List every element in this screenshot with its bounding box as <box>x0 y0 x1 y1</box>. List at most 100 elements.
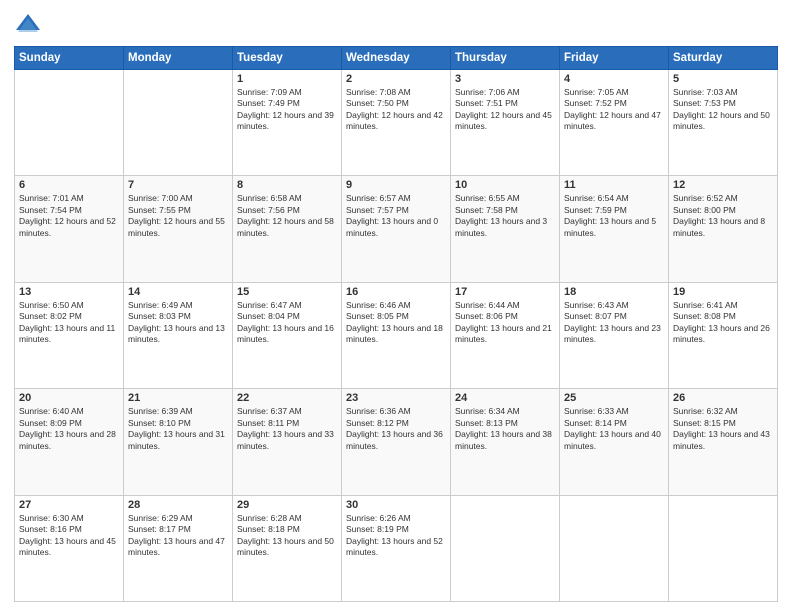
calendar-cell-week5-day0: 27 Sunrise: 6:30 AM Sunset: 8:16 PM Dayli… <box>15 495 124 601</box>
day-info: Sunrise: 7:05 AM Sunset: 7:52 PM Dayligh… <box>564 87 664 133</box>
day-number: 13 <box>19 286 119 298</box>
day-info: Sunrise: 6:52 AM Sunset: 8:00 PM Dayligh… <box>673 193 773 239</box>
day-number: 19 <box>673 286 773 298</box>
calendar-cell-week2-day6: 12 Sunrise: 6:52 AM Sunset: 8:00 PM Dayli… <box>669 176 778 282</box>
day-number: 29 <box>237 499 337 511</box>
day-info: Sunrise: 6:54 AM Sunset: 7:59 PM Dayligh… <box>564 193 664 239</box>
weekday-header-monday: Monday <box>124 47 233 70</box>
day-number: 18 <box>564 286 664 298</box>
weekday-header-friday: Friday <box>560 47 669 70</box>
calendar-week-4: 20 Sunrise: 6:40 AM Sunset: 8:09 PM Dayli… <box>15 389 778 495</box>
calendar-cell-week3-day1: 14 Sunrise: 6:49 AM Sunset: 8:03 PM Dayli… <box>124 282 233 388</box>
weekday-header-tuesday: Tuesday <box>233 47 342 70</box>
calendar-cell-week4-day4: 24Sunrise: 6:34 AM Sunset: 8:13 PM Dayli… <box>451 389 560 495</box>
day-number: 17 <box>455 286 555 298</box>
calendar-cell-week2-day4: 10 Sunrise: 6:55 AM Sunset: 7:58 PM Dayli… <box>451 176 560 282</box>
calendar-cell-week4-day6: 26 Sunrise: 6:32 AM Sunset: 8:15 PM Dayli… <box>669 389 778 495</box>
day-info: Sunrise: 7:01 AM Sunset: 7:54 PM Dayligh… <box>19 193 119 239</box>
calendar-cell-week3-day3: 16Sunrise: 6:46 AM Sunset: 8:05 PM Dayli… <box>342 282 451 388</box>
day-info: Sunrise: 6:50 AM Sunset: 8:02 PM Dayligh… <box>19 300 119 346</box>
day-number: 23 <box>346 392 446 404</box>
calendar-cell-week5-day4 <box>451 495 560 601</box>
day-info: Sunrise: 6:37 AM Sunset: 8:11 PM Dayligh… <box>237 406 337 452</box>
logo-icon <box>14 10 42 38</box>
day-number: 9 <box>346 179 446 191</box>
logo <box>14 10 46 38</box>
day-info: Sunrise: 6:43 AM Sunset: 8:07 PM Dayligh… <box>564 300 664 346</box>
day-info: Sunrise: 6:58 AM Sunset: 7:56 PM Dayligh… <box>237 193 337 239</box>
weekday-header-wednesday: Wednesday <box>342 47 451 70</box>
day-info: Sunrise: 7:00 AM Sunset: 7:55 PM Dayligh… <box>128 193 228 239</box>
day-info: Sunrise: 6:49 AM Sunset: 8:03 PM Dayligh… <box>128 300 228 346</box>
day-number: 1 <box>237 73 337 85</box>
day-info: Sunrise: 6:47 AM Sunset: 8:04 PM Dayligh… <box>237 300 337 346</box>
calendar-cell-week5-day2: 29 Sunrise: 6:28 AM Sunset: 8:18 PM Dayli… <box>233 495 342 601</box>
day-info: Sunrise: 6:57 AM Sunset: 7:57 PM Dayligh… <box>346 193 446 239</box>
calendar-week-3: 13 Sunrise: 6:50 AM Sunset: 8:02 PM Dayli… <box>15 282 778 388</box>
day-number: 12 <box>673 179 773 191</box>
calendar-cell-week5-day5 <box>560 495 669 601</box>
calendar-cell-week1-day1 <box>124 70 233 176</box>
calendar-cell-week4-day3: 23 Sunrise: 6:36 AM Sunset: 8:12 PM Dayli… <box>342 389 451 495</box>
day-info: Sunrise: 6:28 AM Sunset: 8:18 PM Dayligh… <box>237 513 337 559</box>
day-info: Sunrise: 6:36 AM Sunset: 8:12 PM Dayligh… <box>346 406 446 452</box>
day-number: 16 <box>346 286 446 298</box>
day-number: 6 <box>19 179 119 191</box>
day-info: Sunrise: 6:30 AM Sunset: 8:16 PM Dayligh… <box>19 513 119 559</box>
calendar-week-5: 27 Sunrise: 6:30 AM Sunset: 8:16 PM Dayli… <box>15 495 778 601</box>
calendar-cell-week3-day6: 19 Sunrise: 6:41 AM Sunset: 8:08 PM Dayli… <box>669 282 778 388</box>
day-number: 15 <box>237 286 337 298</box>
weekday-header-saturday: Saturday <box>669 47 778 70</box>
day-info: Sunrise: 6:32 AM Sunset: 8:15 PM Dayligh… <box>673 406 773 452</box>
day-number: 28 <box>128 499 228 511</box>
day-info: Sunrise: 7:08 AM Sunset: 7:50 PM Dayligh… <box>346 87 446 133</box>
day-number: 5 <box>673 73 773 85</box>
calendar-cell-week3-day4: 17 Sunrise: 6:44 AM Sunset: 8:06 PM Dayli… <box>451 282 560 388</box>
day-number: 8 <box>237 179 337 191</box>
day-info: Sunrise: 6:39 AM Sunset: 8:10 PM Dayligh… <box>128 406 228 452</box>
day-number: 4 <box>564 73 664 85</box>
calendar-cell-week1-day0 <box>15 70 124 176</box>
calendar-cell-week1-day5: 4 Sunrise: 7:05 AM Sunset: 7:52 PM Daylig… <box>560 70 669 176</box>
day-info: Sunrise: 7:03 AM Sunset: 7:53 PM Dayligh… <box>673 87 773 133</box>
day-number: 2 <box>346 73 446 85</box>
calendar-cell-week1-day6: 5 Sunrise: 7:03 AM Sunset: 7:53 PM Daylig… <box>669 70 778 176</box>
calendar-week-2: 6 Sunrise: 7:01 AM Sunset: 7:54 PM Daylig… <box>15 176 778 282</box>
calendar-cell-week4-day1: 21 Sunrise: 6:39 AM Sunset: 8:10 PM Dayli… <box>124 389 233 495</box>
day-number: 10 <box>455 179 555 191</box>
day-number: 21 <box>128 392 228 404</box>
day-number: 25 <box>564 392 664 404</box>
day-info: Sunrise: 6:44 AM Sunset: 8:06 PM Dayligh… <box>455 300 555 346</box>
day-number: 22 <box>237 392 337 404</box>
calendar-cell-week4-day0: 20 Sunrise: 6:40 AM Sunset: 8:09 PM Dayli… <box>15 389 124 495</box>
weekday-header-thursday: Thursday <box>451 47 560 70</box>
calendar-cell-week2-day1: 7 Sunrise: 7:00 AM Sunset: 7:55 PM Daylig… <box>124 176 233 282</box>
day-number: 11 <box>564 179 664 191</box>
day-info: Sunrise: 7:06 AM Sunset: 7:51 PM Dayligh… <box>455 87 555 133</box>
calendar-cell-week4-day2: 22 Sunrise: 6:37 AM Sunset: 8:11 PM Dayli… <box>233 389 342 495</box>
day-number: 20 <box>19 392 119 404</box>
day-number: 26 <box>673 392 773 404</box>
calendar-cell-week3-day5: 18 Sunrise: 6:43 AM Sunset: 8:07 PM Dayli… <box>560 282 669 388</box>
day-number: 7 <box>128 179 228 191</box>
calendar-cell-week5-day3: 30 Sunrise: 6:26 AM Sunset: 8:19 PM Dayli… <box>342 495 451 601</box>
calendar-cell-week1-day3: 2 Sunrise: 7:08 AM Sunset: 7:50 PM Daylig… <box>342 70 451 176</box>
calendar-cell-week3-day0: 13 Sunrise: 6:50 AM Sunset: 8:02 PM Dayli… <box>15 282 124 388</box>
day-info: Sunrise: 6:41 AM Sunset: 8:08 PM Dayligh… <box>673 300 773 346</box>
day-number: 30 <box>346 499 446 511</box>
day-number: 14 <box>128 286 228 298</box>
calendar-cell-week5-day1: 28Sunrise: 6:29 AM Sunset: 8:17 PM Dayli… <box>124 495 233 601</box>
day-info: Sunrise: 6:34 AM Sunset: 8:13 PM Dayligh… <box>455 406 555 452</box>
day-info: Sunrise: 6:26 AM Sunset: 8:19 PM Dayligh… <box>346 513 446 559</box>
calendar-cell-week2-day0: 6 Sunrise: 7:01 AM Sunset: 7:54 PM Daylig… <box>15 176 124 282</box>
day-info: Sunrise: 6:55 AM Sunset: 7:58 PM Dayligh… <box>455 193 555 239</box>
header <box>14 10 778 38</box>
calendar-cell-week1-day4: 3 Sunrise: 7:06 AM Sunset: 7:51 PM Daylig… <box>451 70 560 176</box>
day-number: 27 <box>19 499 119 511</box>
calendar-cell-week4-day5: 25 Sunrise: 6:33 AM Sunset: 8:14 PM Dayli… <box>560 389 669 495</box>
day-info: Sunrise: 6:33 AM Sunset: 8:14 PM Dayligh… <box>564 406 664 452</box>
day-number: 3 <box>455 73 555 85</box>
calendar-table: SundayMondayTuesdayWednesdayThursdayFrid… <box>14 46 778 602</box>
day-info: Sunrise: 6:40 AM Sunset: 8:09 PM Dayligh… <box>19 406 119 452</box>
calendar-cell-week2-day3: 9 Sunrise: 6:57 AM Sunset: 7:57 PM Daylig… <box>342 176 451 282</box>
